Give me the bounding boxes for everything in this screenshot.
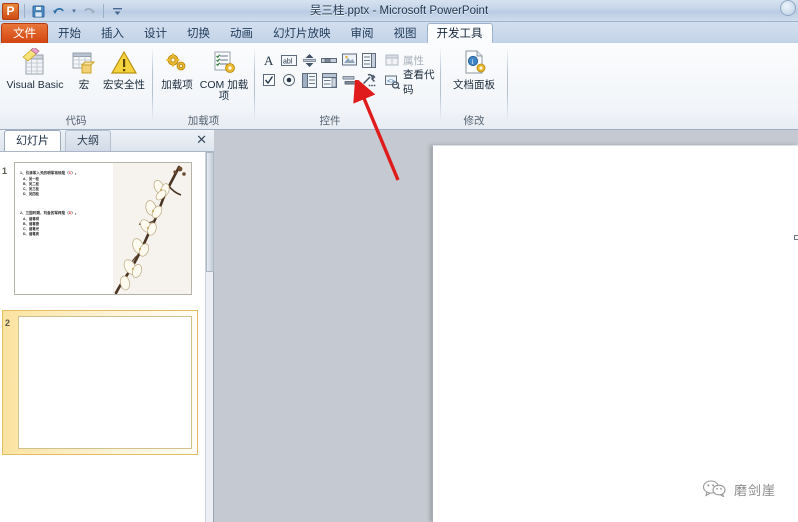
ribbon-group-modify-label: 修改 [463, 115, 485, 127]
com-add-ins-label: COM 加载项 [199, 79, 249, 102]
ribbon-group-code-label: 代码 [65, 115, 87, 127]
ribbon-group-addins: 加载项 COM 加载项 加载项 [153, 43, 254, 130]
macro-security-button[interactable]: 宏安全性 [100, 45, 148, 91]
ribbon-group-modify: i 文档面板 修改 [441, 43, 507, 130]
combobox-control-icon[interactable] [360, 51, 378, 69]
list-item[interactable]: 1 1、引清军入关的明军将领是（C）。 A、吴一桂 B、吴二桂 C、吴三桂 D、… [0, 160, 206, 300]
controls-row-1: A abl [260, 51, 378, 69]
question-option: D、吴四桂 [23, 191, 40, 196]
macro-label: 宏 [78, 79, 90, 91]
ribbon: Visual Basic 宏 宏安全性 代码 加载项 COM 加载项 加载项 A… [0, 43, 798, 130]
slides-panel-scrollbar[interactable] [205, 152, 214, 522]
slides-panel: 幻灯片 大纲 ✕ 1 1、引清军入关的明军将领是（C）。 A、吴一桂 B、吴二桂… [0, 130, 214, 522]
tab-outline[interactable]: 大纲 [65, 130, 111, 151]
window-title: 吴三桂.pptx - Microsoft PowerPoint [309, 5, 489, 17]
controls-row-2 [260, 71, 378, 89]
thumbnail-question-1: 1、引清军入关的明军将领是（C）。 A、吴一桂 B、吴二桂 C、吴三桂 D、吴四… [20, 171, 79, 197]
thumbnail-question-2: 2、三国时期，刘备的军师是（D）。 A、诸葛明 B、诸葛德 C、诸葛光 D、诸葛… [20, 211, 79, 237]
togglebutton-control-icon[interactable] [340, 71, 358, 89]
slide-thumbnail-2[interactable] [18, 316, 192, 449]
slide-thumbnail-1[interactable]: 1、引清军入关的明军将领是（C）。 A、吴一桂 B、吴二桂 C、吴三桂 D、吴四… [14, 162, 192, 295]
question-stem: 2、三国时期，刘备的军师是（D）。 [20, 211, 79, 215]
ribbon-group-controls: A abl 属性 <> 查看代码 控件 [255, 43, 440, 130]
window-controls[interactable] [780, 0, 796, 16]
list-item[interactable]: 2 [0, 310, 206, 460]
ribbon-group-code: Visual Basic 宏 宏安全性 代码 [0, 43, 152, 130]
textbox-control-icon[interactable]: abl [280, 51, 298, 69]
resize-handle-right[interactable] [794, 235, 798, 240]
slide-number: 2 [5, 318, 11, 328]
watermark: 磨剑崖 [702, 479, 776, 500]
ribbon-group-addins-label: 加载项 [187, 115, 220, 127]
add-ins-label: 加载项 [161, 79, 193, 91]
optionbutton-control-icon[interactable] [280, 71, 298, 89]
svg-text:<>: <> [387, 78, 395, 85]
group-divider-4 [507, 47, 508, 121]
view-code-label: 查看代码 [403, 69, 435, 96]
tab-slides[interactable]: 幻灯片 [4, 130, 61, 151]
properties-icon [385, 53, 400, 68]
tab-design[interactable]: 设计 [134, 23, 177, 44]
tab-view[interactable]: 视图 [384, 23, 427, 44]
current-slide-canvas[interactable]: 磨剑崖 [432, 145, 798, 522]
properties-label: 属性 [403, 54, 424, 67]
tab-slideshow[interactable]: 幻灯片放映 [263, 23, 341, 44]
ribbon-tab-strip: 文件 开始 插入 设计 切换 动画 幻灯片放映 审阅 视图 开发工具 [0, 22, 798, 44]
tab-developer[interactable]: 开发工具 [426, 23, 493, 44]
question-option: D、诸葛亮 [23, 231, 40, 236]
scrollbar-thumb[interactable] [206, 152, 214, 272]
com-add-ins-button[interactable]: COM 加载项 [195, 45, 253, 102]
magnolia-branch-image [113, 163, 191, 294]
tab-review[interactable]: 审阅 [341, 23, 384, 44]
spinbutton-control-icon[interactable] [300, 51, 318, 69]
question-stem: 1、引清军入关的明军将领是（C）。 [20, 171, 79, 175]
slides-panel-body: 1 1、引清军入关的明军将领是（C）。 A、吴一桂 B、吴二桂 C、吴三桂 D、… [0, 152, 206, 522]
add-ins-button[interactable]: 加载项 [155, 45, 199, 91]
title-bar: P ▾ 吴三桂.pptx - Microsoft PowerPoint [0, 0, 798, 22]
image-control-icon[interactable] [340, 51, 358, 69]
svg-text:i: i [472, 58, 474, 66]
close-icon[interactable]: ✕ [196, 133, 207, 147]
svg-text:A: A [264, 53, 274, 68]
view-code-button[interactable]: <> 查看代码 [385, 69, 440, 96]
tab-file[interactable]: 文件 [1, 23, 48, 44]
ribbon-group-controls-label: 控件 [319, 115, 341, 127]
macro-security-label: 宏安全性 [103, 79, 145, 91]
listbox-control-icon[interactable] [300, 71, 318, 89]
document-panel-icon: i [459, 48, 489, 78]
more-controls-icon[interactable] [360, 71, 378, 89]
add-ins-icon [162, 48, 192, 78]
wechat-icon [702, 479, 728, 500]
macro-icon [69, 48, 99, 78]
tab-transitions[interactable]: 切换 [177, 23, 220, 44]
view-code-icon: <> [385, 75, 401, 90]
document-panel-label: 文档面板 [453, 79, 495, 91]
visual-basic-label: Visual Basic [6, 79, 64, 91]
visual-basic-button[interactable]: Visual Basic [4, 45, 66, 91]
warning-icon [109, 48, 139, 78]
slide-number: 1 [2, 166, 8, 176]
tab-animations[interactable]: 动画 [220, 23, 263, 44]
checkbox-control-icon[interactable] [260, 71, 278, 89]
slides-panel-tabs: 幻灯片 大纲 ✕ [0, 130, 214, 152]
svg-text:abl: abl [283, 58, 293, 65]
label-control-icon[interactable]: A [260, 51, 278, 69]
watermark-text: 磨剑崖 [733, 483, 776, 498]
scrollbar-control-icon[interactable] [320, 51, 338, 69]
dropdown-control-icon[interactable] [320, 71, 338, 89]
powerpoint-window: P ▾ 吴三桂.pptx - Microsoft PowerPoint 文件 开… [0, 0, 798, 522]
tab-insert[interactable]: 插入 [91, 23, 134, 44]
document-panel-button[interactable]: i 文档面板 [443, 45, 505, 91]
visual-basic-icon [20, 46, 50, 78]
slide-workspace: 磨剑崖 [214, 130, 798, 522]
tab-home[interactable]: 开始 [48, 23, 91, 44]
macro-button[interactable]: 宏 [64, 45, 104, 91]
com-add-ins-icon [209, 48, 239, 78]
